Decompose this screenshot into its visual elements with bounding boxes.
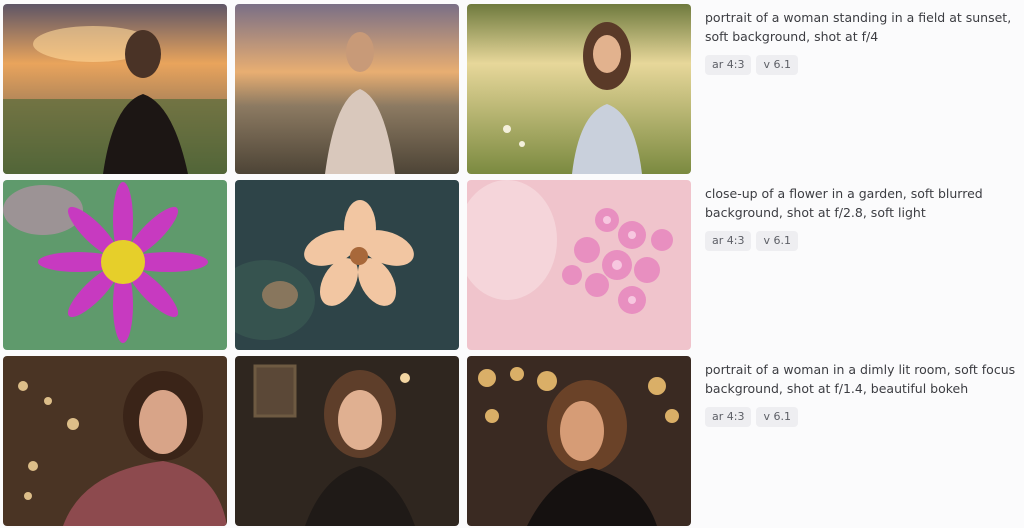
job-details: close-up of a flower in a garden, soft b… [705,184,1020,251]
job-row: portrait of a woman in a dimly lit room,… [0,356,1024,526]
image-thumbnail[interactable] [235,4,459,174]
params-list: ar 4:3 v 6.1 [705,231,1020,251]
image-thumbnail[interactable] [235,356,459,526]
dim-room-portrait-image [3,356,227,526]
prompt-text[interactable]: close-up of a flower in a garden, soft b… [705,184,1020,222]
image-thumbnail[interactable] [235,180,459,350]
sunset-field-portrait-image [467,4,691,174]
job-details: portrait of a woman standing in a field … [705,8,1020,75]
image-thumbnail[interactable] [3,4,227,174]
aspect-ratio-badge: ar 4:3 [705,407,752,427]
image-thumbnail[interactable] [467,4,691,174]
prompt-text[interactable]: portrait of a woman in a dimly lit room,… [705,360,1020,398]
dim-room-portrait-image [235,356,459,526]
version-badge: v 6.1 [756,231,798,251]
job-row: close-up of a flower in a garden, soft b… [0,180,1024,350]
image-thumbnail[interactable] [467,180,691,350]
image-thumbnail[interactable] [3,356,227,526]
job-row: portrait of a woman standing in a field … [0,4,1024,174]
version-badge: v 6.1 [756,407,798,427]
prompt-text[interactable]: portrait of a woman standing in a field … [705,8,1020,46]
image-thumbnail[interactable] [3,180,227,350]
dim-room-portrait-image [467,356,691,526]
params-list: ar 4:3 v 6.1 [705,55,1020,75]
image-thumbnail[interactable] [467,356,691,526]
peach-flower-image [235,180,459,350]
version-badge: v 6.1 [756,55,798,75]
pink-daisy-image [3,180,227,350]
pink-blossom-cluster-image [467,180,691,350]
sunset-field-portrait-image [3,4,227,174]
aspect-ratio-badge: ar 4:3 [705,55,752,75]
job-details: portrait of a woman in a dimly lit room,… [705,360,1020,427]
aspect-ratio-badge: ar 4:3 [705,231,752,251]
sunset-field-portrait-image [235,4,459,174]
params-list: ar 4:3 v 6.1 [705,407,1020,427]
